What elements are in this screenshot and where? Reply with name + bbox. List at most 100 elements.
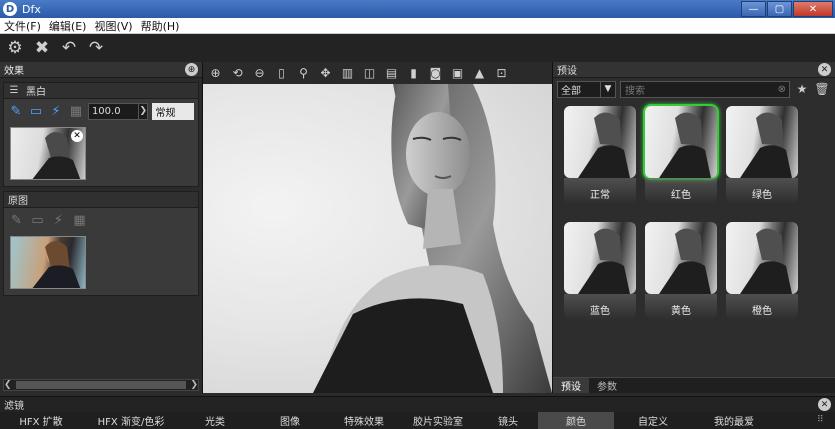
layer-list-icon: ☰ bbox=[9, 85, 19, 96]
undo-icon[interactable]: ↶ bbox=[57, 37, 81, 59]
layer-thumbnail[interactable] bbox=[10, 236, 86, 289]
menu-view[interactable]: 视图(V) bbox=[90, 18, 136, 34]
preset-thumbnail bbox=[562, 220, 638, 296]
page-icon[interactable]: ▯ bbox=[272, 64, 291, 82]
split-side-icon[interactable]: ◫ bbox=[360, 64, 379, 82]
preset-thumbnail bbox=[724, 220, 800, 296]
filter-tab[interactable]: 镜头 bbox=[478, 412, 538, 429]
preset-item[interactable]: 绿色 bbox=[724, 104, 800, 208]
lightning-icon[interactable]: ⚡ bbox=[48, 103, 64, 120]
category-select[interactable]: 全部 bbox=[557, 80, 601, 98]
filter-tab[interactable]: HFX 扩散 bbox=[0, 412, 82, 429]
rotate-icon[interactable]: ⟲ bbox=[228, 64, 247, 82]
menu-bar: 文件(F) 编辑(E) 视图(V) 帮助(H) bbox=[0, 18, 835, 34]
opacity-input[interactable]: 100.0 bbox=[87, 102, 139, 120]
remove-effect-icon[interactable]: ✕ bbox=[71, 130, 83, 142]
effects-panel: 效果 ⊕ ☰ 黑白 ✎ ▭ ⚡ ▦ 100.0 ❯ 常规 ✕ 原图 ✎ ▭ ⚡ … bbox=[0, 62, 203, 393]
filter-tab[interactable]: 我的最爱 bbox=[692, 412, 776, 429]
cancel-x-icon[interactable]: ✖ bbox=[30, 37, 54, 59]
app-logo-icon: D bbox=[3, 2, 17, 16]
filter-tab[interactable]: 胶片实验室 bbox=[398, 412, 478, 429]
zoom-fit-icon[interactable]: ⊕ bbox=[206, 64, 225, 82]
opacity-stepper-icon[interactable]: ❯ bbox=[139, 102, 149, 120]
effects-panel-header: 效果 ⊕ bbox=[0, 62, 202, 78]
title-bar: D Dfx — ▢ ✕ bbox=[0, 0, 835, 18]
preset-grid: 正常 红色 绿色蓝色 黄色 橙色 bbox=[553, 102, 835, 334]
preset-item[interactable]: 蓝色 bbox=[562, 220, 638, 324]
layer-thumb-wrap bbox=[4, 232, 198, 295]
split-vertical-icon[interactable]: ▥ bbox=[338, 64, 357, 82]
preset-item[interactable]: 橙色 bbox=[724, 220, 800, 324]
settings-gear-icon[interactable]: ⚙ bbox=[3, 37, 27, 59]
window-controls: — ▢ ✕ bbox=[740, 1, 833, 17]
fit-screen-icon[interactable]: ▣ bbox=[448, 64, 467, 82]
redo-icon[interactable]: ↷ bbox=[84, 37, 108, 59]
resize-grip-icon[interactable]: ⠿ bbox=[817, 415, 829, 426]
preset-thumbnail bbox=[562, 104, 638, 180]
zoom-out-icon[interactable]: ⊖ bbox=[250, 64, 269, 82]
presets-tabs: 预设 参数 bbox=[553, 377, 835, 393]
tab-presets[interactable]: 预设 bbox=[553, 378, 589, 393]
search-placeholder: 搜索 bbox=[625, 85, 645, 97]
split-horizontal-icon[interactable]: ▤ bbox=[382, 64, 401, 82]
clear-search-icon[interactable]: ⊗ bbox=[778, 84, 786, 95]
preset-search-input[interactable]: 搜索 ⊗ bbox=[620, 80, 790, 98]
preset-item[interactable]: 正常 bbox=[562, 104, 638, 208]
camera-icon[interactable]: ◙ bbox=[426, 64, 445, 82]
scroll-left-icon[interactable]: ❮ bbox=[4, 380, 12, 390]
filter-tab[interactable]: 自定义 bbox=[614, 412, 692, 429]
single-view-icon[interactable]: ▮ bbox=[404, 64, 423, 82]
presets-panel-header: 预设 ✕ bbox=[553, 62, 835, 78]
add-effect-icon[interactable]: ⊕ bbox=[185, 63, 198, 76]
main-toolbar: ⚙ ✖ ↶ ↷ bbox=[0, 34, 835, 62]
effect-layer-bw[interactable]: ☰ 黑白 ✎ ▭ ⚡ ▦ 100.0 ❯ 常规 ✕ bbox=[3, 82, 199, 187]
layer-header: ☰ 黑白 bbox=[4, 83, 198, 99]
filter-tab[interactable]: HFX 渐变/色彩 bbox=[82, 412, 180, 429]
layer-name: 黑白 bbox=[26, 87, 46, 98]
effect-layer-original[interactable]: 原图 ✎ ▭ ⚡ ▦ bbox=[3, 191, 199, 296]
menu-help[interactable]: 帮助(H) bbox=[137, 18, 184, 34]
favorite-star-icon[interactable]: ★ bbox=[794, 81, 810, 97]
filter-tab[interactable]: 特殊效果 bbox=[330, 412, 398, 429]
close-filters-icon[interactable]: ✕ bbox=[818, 398, 831, 411]
preset-label: 橙色 bbox=[752, 306, 772, 317]
filter-tab[interactable]: 颜色 bbox=[538, 412, 614, 429]
chevron-down-icon[interactable]: ▼ bbox=[601, 80, 616, 98]
layer-thumbnail[interactable]: ✕ bbox=[10, 127, 86, 180]
maximize-button[interactable]: ▢ bbox=[767, 1, 792, 17]
preset-label: 蓝色 bbox=[590, 306, 610, 317]
close-button[interactable]: ✕ bbox=[793, 1, 833, 17]
histogram-icon[interactable]: ▲ bbox=[470, 64, 489, 82]
presets-filter-bar: 全部 ▼ 搜索 ⊗ ★ 🗑 bbox=[553, 78, 835, 100]
monitor-icon[interactable]: ▭ bbox=[28, 103, 44, 120]
pan-move-icon[interactable]: ✥ bbox=[316, 64, 335, 82]
presets-panel-title: 预设 bbox=[557, 66, 577, 77]
filters-header: 滤镜 ✕ bbox=[0, 396, 835, 412]
layer-name: 原图 bbox=[8, 196, 28, 207]
mask-icon[interactable]: ▦ bbox=[68, 103, 84, 120]
close-panel-icon[interactable]: ✕ bbox=[818, 63, 831, 76]
blend-mode-select[interactable]: 常规 bbox=[152, 102, 195, 120]
trash-icon[interactable]: 🗑 bbox=[814, 81, 830, 97]
tab-parameters[interactable]: 参数 bbox=[589, 378, 625, 393]
image-canvas[interactable] bbox=[203, 84, 552, 393]
monitor-icon: ▭ bbox=[31, 212, 44, 228]
scroll-thumb[interactable] bbox=[15, 381, 187, 389]
preset-label: 绿色 bbox=[752, 190, 772, 201]
filter-tab[interactable]: 图像 bbox=[250, 412, 330, 429]
filter-tab[interactable]: 光类 bbox=[180, 412, 250, 429]
loupe-icon[interactable]: ⊡ bbox=[492, 64, 511, 82]
menu-file[interactable]: 文件(F) bbox=[0, 18, 45, 34]
zoom-in-icon[interactable]: ⚲ bbox=[294, 64, 313, 82]
horizontal-scrollbar[interactable]: ❮ ❯ bbox=[3, 379, 199, 391]
menu-edit[interactable]: 编辑(E) bbox=[45, 18, 91, 34]
scroll-right-icon[interactable]: ❯ bbox=[190, 380, 198, 390]
lightning-icon: ⚡ bbox=[53, 212, 64, 228]
minimize-button[interactable]: — bbox=[741, 1, 766, 17]
edit-icon[interactable]: ✎ bbox=[8, 103, 24, 120]
layer-thumb-wrap: ✕ bbox=[4, 123, 198, 186]
preset-item[interactable]: 红色 bbox=[643, 104, 719, 208]
preset-label: 黄色 bbox=[671, 306, 691, 317]
layer-header: 原图 bbox=[4, 192, 198, 208]
preset-item[interactable]: 黄色 bbox=[643, 220, 719, 324]
